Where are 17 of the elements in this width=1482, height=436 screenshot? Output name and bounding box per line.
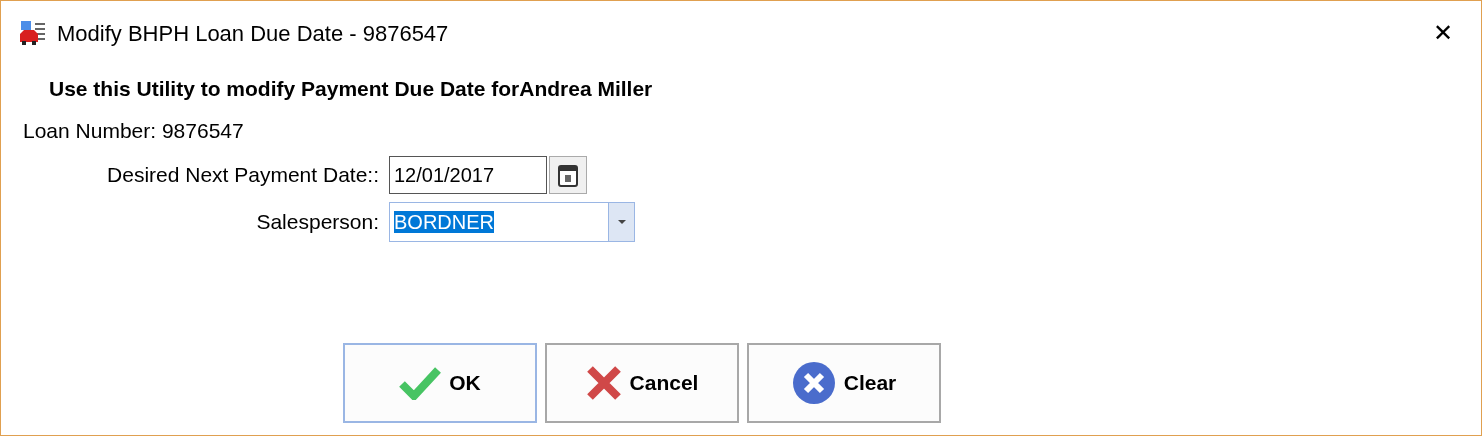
- calendar-icon: [558, 163, 578, 187]
- field-label: Desired Next Payment Date::: [107, 162, 379, 189]
- salesperson-dropdown[interactable]: BORDNER: [389, 202, 635, 242]
- close-button[interactable]: ✕: [1425, 21, 1461, 45]
- cross-icon: [585, 365, 622, 401]
- clear-button[interactable]: Clear: [747, 343, 941, 423]
- checkmark-icon: [399, 366, 442, 400]
- date-field[interactable]: 12/01/2017: [389, 156, 547, 194]
- cancel-button[interactable]: Cancel: [545, 343, 739, 423]
- caret-icon: [616, 219, 627, 225]
- heading: Use this Utility to modify Payment Due Date forAndrea Miller: [49, 77, 653, 100]
- loan-number: Loan Number: 9876547: [23, 118, 244, 142]
- window-title: Modify BHPH Loan Due Date - 9876547: [57, 19, 449, 48]
- ok-button[interactable]: OK: [343, 343, 537, 423]
- calendar-button[interactable]: [549, 156, 587, 194]
- field-label: Salesperson:: [256, 209, 379, 236]
- clear-icon: [791, 361, 836, 405]
